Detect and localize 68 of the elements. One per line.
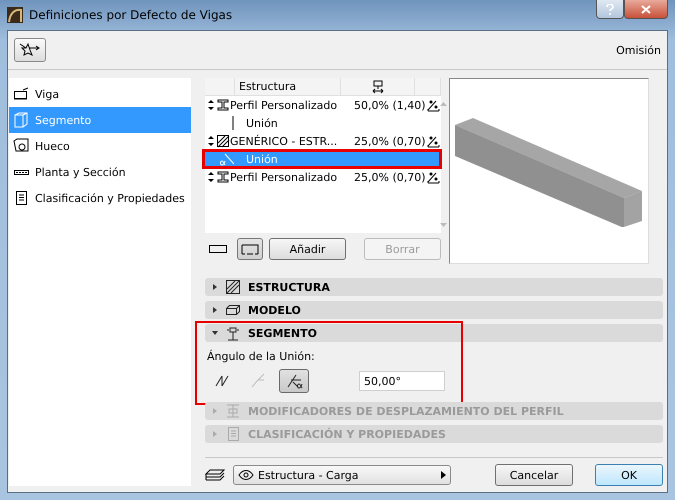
distribution-icon bbox=[426, 134, 440, 148]
expanded-caret-icon[interactable] bbox=[212, 330, 218, 336]
segment-icon bbox=[225, 325, 241, 341]
row-name: Perfil Personalizado bbox=[230, 98, 338, 112]
reorder-icon[interactable] bbox=[208, 172, 214, 182]
hatch-icon bbox=[225, 279, 241, 295]
window-title: Definiciones por Defecto de Vigas bbox=[29, 8, 232, 22]
i-beam-icon bbox=[216, 98, 230, 112]
section-header[interactable]: SEGMENTO bbox=[205, 324, 663, 342]
help-icon bbox=[606, 4, 614, 14]
beam-icon bbox=[13, 86, 29, 102]
distribution-icon bbox=[426, 170, 440, 184]
column-header[interactable]: Estructura bbox=[239, 80, 296, 93]
reorder-icon[interactable] bbox=[208, 136, 214, 146]
row-name: Unión bbox=[245, 152, 279, 166]
width-icon bbox=[370, 80, 384, 94]
collapsed-caret-icon[interactable] bbox=[212, 284, 218, 290]
favorites-button[interactable] bbox=[14, 38, 46, 62]
row-name: GENÉRICO - ESTR... bbox=[230, 134, 338, 148]
profile-frame-icon bbox=[240, 242, 260, 256]
sidebar-item[interactable]: Clasificación y Propiedades bbox=[9, 185, 191, 211]
row-share: 25,0% (0,70) bbox=[354, 170, 426, 184]
add-button[interactable]: Añadir bbox=[269, 238, 346, 260]
sidebar-item[interactable]: Viga bbox=[9, 81, 191, 107]
perpendicular-joint-icon bbox=[249, 372, 267, 390]
row-name: Perfil Personalizado bbox=[230, 170, 338, 184]
sidebar-item[interactable]: Planta y Sección bbox=[9, 159, 191, 185]
document-icon bbox=[13, 190, 29, 206]
list-row[interactable]: Perfil Personalizado 50,0% (1,40) bbox=[205, 96, 440, 114]
hatch-icon bbox=[216, 134, 230, 148]
section-header[interactable]: ESTRUCTURA bbox=[205, 278, 663, 296]
sidebar-item[interactable]: Hueco bbox=[9, 133, 191, 159]
ok-button[interactable]: OK bbox=[595, 464, 663, 486]
vertical-line-icon bbox=[232, 116, 234, 130]
distribution-icon bbox=[426, 98, 440, 112]
help-button[interactable] bbox=[596, 0, 624, 19]
list-row[interactable]: Unión bbox=[205, 114, 440, 132]
row-share: 50,0% (1,40) bbox=[354, 98, 426, 112]
box-icon bbox=[225, 302, 241, 318]
eye-icon bbox=[238, 469, 254, 481]
close-icon bbox=[641, 4, 651, 14]
i-beam-icon bbox=[216, 170, 230, 184]
angle-input[interactable]: 50,00° bbox=[359, 371, 445, 391]
cancel-button[interactable]: Cancelar bbox=[495, 464, 573, 486]
layer-dropdown[interactable]: Estructura - Carga bbox=[233, 465, 451, 485]
row-share: 25,0% (0,70) bbox=[354, 134, 426, 148]
opening-icon bbox=[13, 138, 29, 154]
close-button[interactable] bbox=[624, 0, 668, 19]
list-row[interactable]: GENÉRICO - ESTR... 25,0% (0,70) bbox=[205, 132, 440, 150]
reorder-icon[interactable] bbox=[208, 100, 214, 110]
rectangle-icon bbox=[208, 242, 228, 256]
cube-icon bbox=[13, 112, 29, 128]
star-arrow-icon bbox=[19, 42, 41, 58]
profile-offset-icon bbox=[225, 403, 241, 419]
layers-icon bbox=[205, 468, 225, 482]
list-row[interactable]: Perfil Personalizado 25,0% (0,70) bbox=[205, 168, 440, 186]
profile-view-toggle[interactable] bbox=[237, 238, 263, 260]
row-name: Unión bbox=[245, 116, 279, 130]
joint-type-toggle[interactable] bbox=[279, 369, 309, 393]
default-label: Omisión bbox=[616, 44, 661, 56]
joint-angle-label: Ángulo de la Unión: bbox=[207, 350, 316, 363]
app-logo-icon bbox=[7, 7, 23, 23]
angled-joint-icon bbox=[285, 372, 303, 390]
collapsed-caret-icon[interactable] bbox=[212, 307, 218, 313]
section-header[interactable]: MODELO bbox=[205, 301, 663, 319]
angle-joint-icon bbox=[220, 152, 234, 166]
submenu-arrow-icon bbox=[441, 471, 446, 479]
document-icon bbox=[225, 426, 241, 442]
